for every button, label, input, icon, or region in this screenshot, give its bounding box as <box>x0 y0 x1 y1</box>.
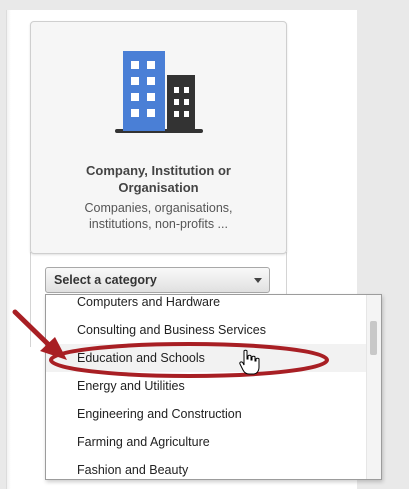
hand-pointer-cursor-icon <box>239 349 260 375</box>
red-ellipse-highlight-icon <box>49 342 329 378</box>
annotation-overlay <box>12 309 329 378</box>
